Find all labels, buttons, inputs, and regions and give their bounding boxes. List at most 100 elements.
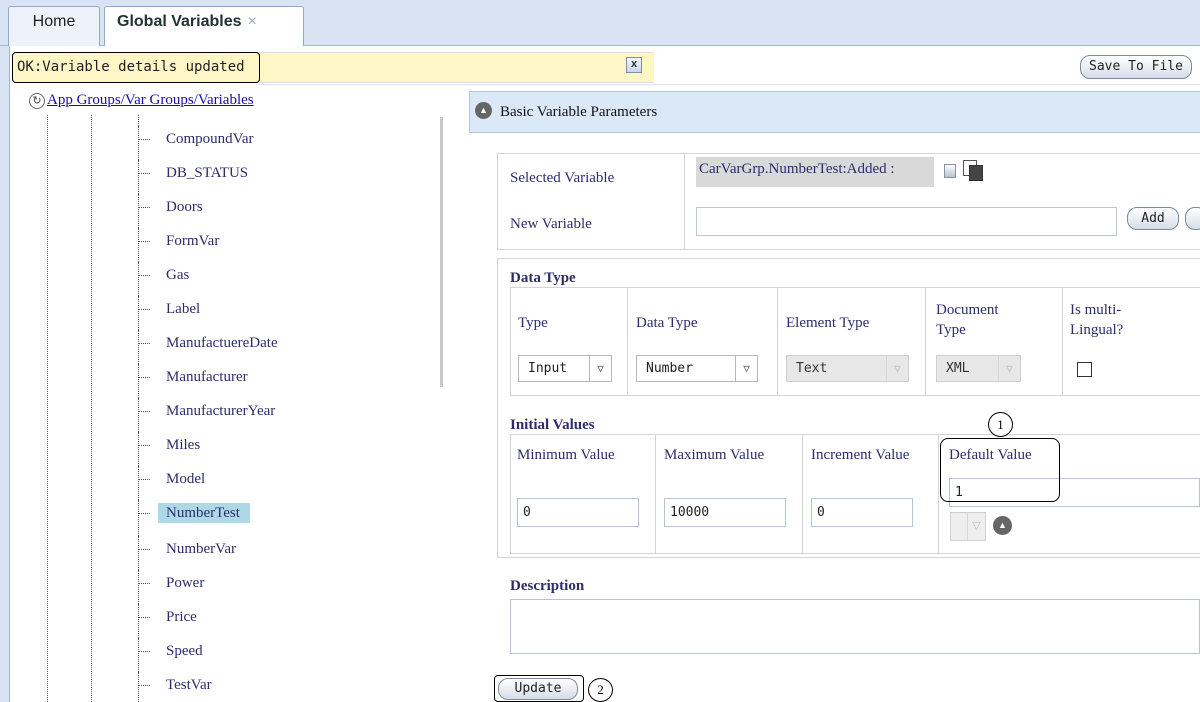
default-value-highlight	[940, 438, 1060, 502]
type-select[interactable]: Input ▽	[518, 355, 612, 382]
panel-title: Basic Variable Parameters	[500, 104, 658, 120]
default-value-select[interactable]: ▽	[950, 512, 986, 541]
tree-guide-line	[91, 115, 92, 702]
tree-item-manufactueredate[interactable]: ManufactuereDate	[138, 330, 278, 356]
tree-item-numbertest[interactable]: NumberTest	[138, 500, 250, 526]
tree-item-label: ManufactuereDate	[166, 335, 278, 351]
tab-global-variables[interactable]: Global Variables ×	[104, 6, 304, 46]
status-message: OK:Variable details updated	[12, 52, 260, 83]
left-frame-edge	[0, 46, 10, 702]
tree-item-label: TestVar	[166, 677, 212, 693]
document-type-header-line2: Type	[936, 322, 966, 338]
chevron-down-icon: ▽	[967, 513, 985, 540]
document-type-header-line1: Document	[936, 302, 999, 318]
grid-divider	[802, 435, 803, 553]
tree-item-label-var[interactable]: Label	[138, 296, 200, 322]
document-type-column-header: Document Type	[936, 300, 998, 340]
update-button[interactable]: Update	[498, 678, 578, 700]
grid-divider	[938, 435, 939, 553]
tree-guide-line	[47, 115, 48, 702]
copy-icon-back	[969, 165, 983, 181]
grid-divider	[1062, 288, 1063, 395]
add-button[interactable]: Add	[1127, 207, 1179, 230]
document-type-select-value: XML	[946, 361, 970, 376]
dismiss-status-button[interactable]: x	[626, 57, 642, 73]
callout-marker-1: 1	[988, 412, 1013, 437]
minimum-value-header: Minimum Value	[517, 447, 615, 463]
tree-item-manufactureryear[interactable]: ManufacturerYear	[138, 398, 275, 424]
tree-item-compoundvar[interactable]: CompoundVar	[138, 126, 254, 152]
chevron-down-icon: ▽	[886, 356, 908, 381]
chevron-up-circle-icon[interactable]: ▲	[993, 516, 1012, 535]
tree-item-label: NumberTest	[158, 503, 250, 523]
increment-value-header: Increment Value	[811, 447, 910, 463]
tree-item-formvar[interactable]: FormVar	[138, 228, 219, 254]
minimum-value-input[interactable]: 0	[517, 498, 639, 527]
maximum-value-header: Maximum Value	[664, 447, 765, 463]
chevron-down-icon: ▽	[589, 356, 611, 381]
tree-item-label: Model	[166, 471, 206, 487]
increment-value-input[interactable]: 0	[811, 498, 913, 527]
element-type-select[interactable]: Text ▽	[786, 355, 909, 382]
initial-values-title: Initial Values	[510, 417, 595, 433]
tree-item-doors[interactable]: Doors	[138, 194, 203, 220]
save-to-file-button[interactable]: Save To File	[1080, 55, 1192, 79]
type-select-value: Input	[528, 361, 568, 376]
selected-variable-label: Selected Variable	[510, 170, 615, 186]
multilingual-header-line1: Is multi-	[1070, 302, 1122, 318]
document-icon[interactable]	[944, 164, 956, 178]
extra-action-button[interactable]	[1185, 207, 1200, 230]
tab-global-variables-label: Global Variables	[117, 13, 242, 30]
element-type-select-value: Text	[796, 361, 828, 376]
grid-divider	[925, 288, 926, 395]
element-type-column-header: Element Type	[786, 315, 870, 331]
chevron-down-icon: ▽	[998, 356, 1020, 381]
tree-item-manufacturer[interactable]: Manufacturer	[138, 364, 248, 390]
refresh-icon[interactable]: ↻	[29, 93, 45, 109]
multilingual-header-line2: Lingual?	[1070, 322, 1124, 338]
callout-marker-2: 2	[588, 678, 613, 702]
tree-item-label: Label	[166, 301, 201, 317]
tree-item-label: NumberVar	[166, 541, 236, 557]
tree-item-miles[interactable]: Miles	[138, 432, 200, 458]
tree-item-label: Gas	[166, 267, 190, 283]
grid-divider	[627, 288, 628, 395]
tree-item-label: Doors	[166, 199, 203, 215]
selected-variable-value: CarVarGrp.NumberTest:Added :	[699, 161, 895, 177]
variable-label-cell	[498, 154, 685, 249]
new-variable-input[interactable]	[696, 207, 1117, 236]
tree-item-numbervar[interactable]: NumberVar	[138, 536, 236, 562]
maximum-value-input[interactable]: 10000	[664, 498, 786, 527]
panel-header: Basic Variable Parameters	[469, 91, 1200, 133]
tab-home[interactable]: Home	[8, 6, 100, 46]
close-icon[interactable]: ×	[248, 13, 257, 30]
description-textarea[interactable]	[510, 599, 1200, 654]
tree-item-gas[interactable]: Gas	[138, 262, 189, 288]
chevron-up-circle-icon[interactable]: ▲	[475, 102, 492, 119]
data-type-column-header: Data Type	[636, 315, 698, 331]
tree-scrollbar[interactable]	[440, 117, 443, 387]
tree-item-price[interactable]: Price	[138, 604, 197, 630]
tree-item-label: Speed	[166, 643, 203, 659]
data-type-select-value: Number	[646, 361, 693, 376]
document-type-select[interactable]: XML ▽	[936, 355, 1021, 382]
toolbar-divider	[258, 84, 1200, 85]
grid-divider	[777, 288, 778, 395]
multilingual-column-header: Is multi- Lingual?	[1070, 300, 1123, 340]
tree-item-model[interactable]: Model	[138, 466, 205, 492]
tree-item-power[interactable]: Power	[138, 570, 204, 596]
multilingual-checkbox[interactable]	[1077, 362, 1092, 377]
data-type-select[interactable]: Number ▽	[636, 355, 758, 382]
tab-home-label: Home	[32, 13, 76, 30]
description-title: Description	[510, 578, 585, 594]
tree-item-db-status[interactable]: DB_STATUS	[138, 160, 248, 186]
tree-item-label: CompoundVar	[166, 131, 254, 147]
tree-item-label: FormVar	[166, 233, 220, 249]
tree-item-label: Manufacturer	[166, 369, 248, 385]
tree-item-testvar[interactable]: TestVar	[138, 672, 212, 698]
tree-item-label: ManufacturerYear	[166, 403, 276, 419]
tree-root-link[interactable]: App Groups/Var Groups/Variables	[47, 92, 254, 109]
type-column-header: Type	[518, 315, 548, 331]
new-variable-label: New Variable	[510, 216, 592, 232]
tree-item-speed[interactable]: Speed	[138, 638, 203, 664]
